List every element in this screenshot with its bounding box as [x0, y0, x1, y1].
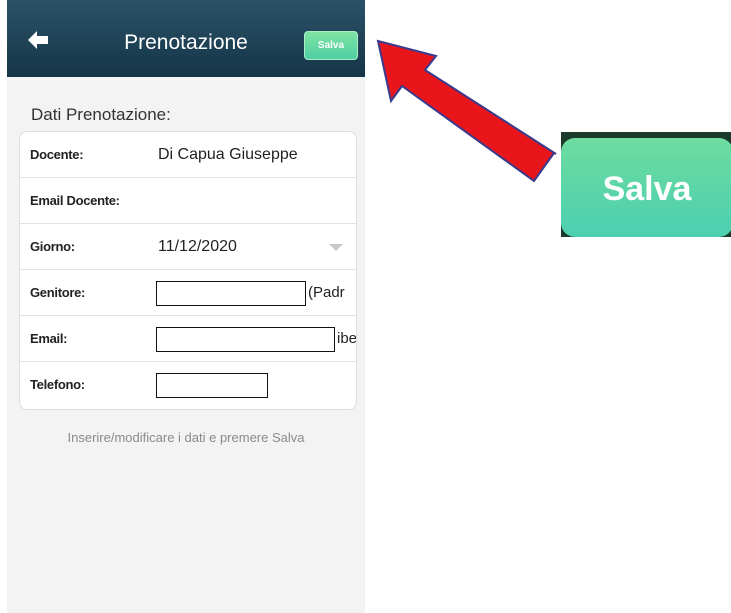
red-arrow-icon	[376, 39, 557, 183]
zoomed-save-button: Salva	[561, 138, 731, 237]
zoomed-save-callout: Salva	[561, 132, 731, 237]
